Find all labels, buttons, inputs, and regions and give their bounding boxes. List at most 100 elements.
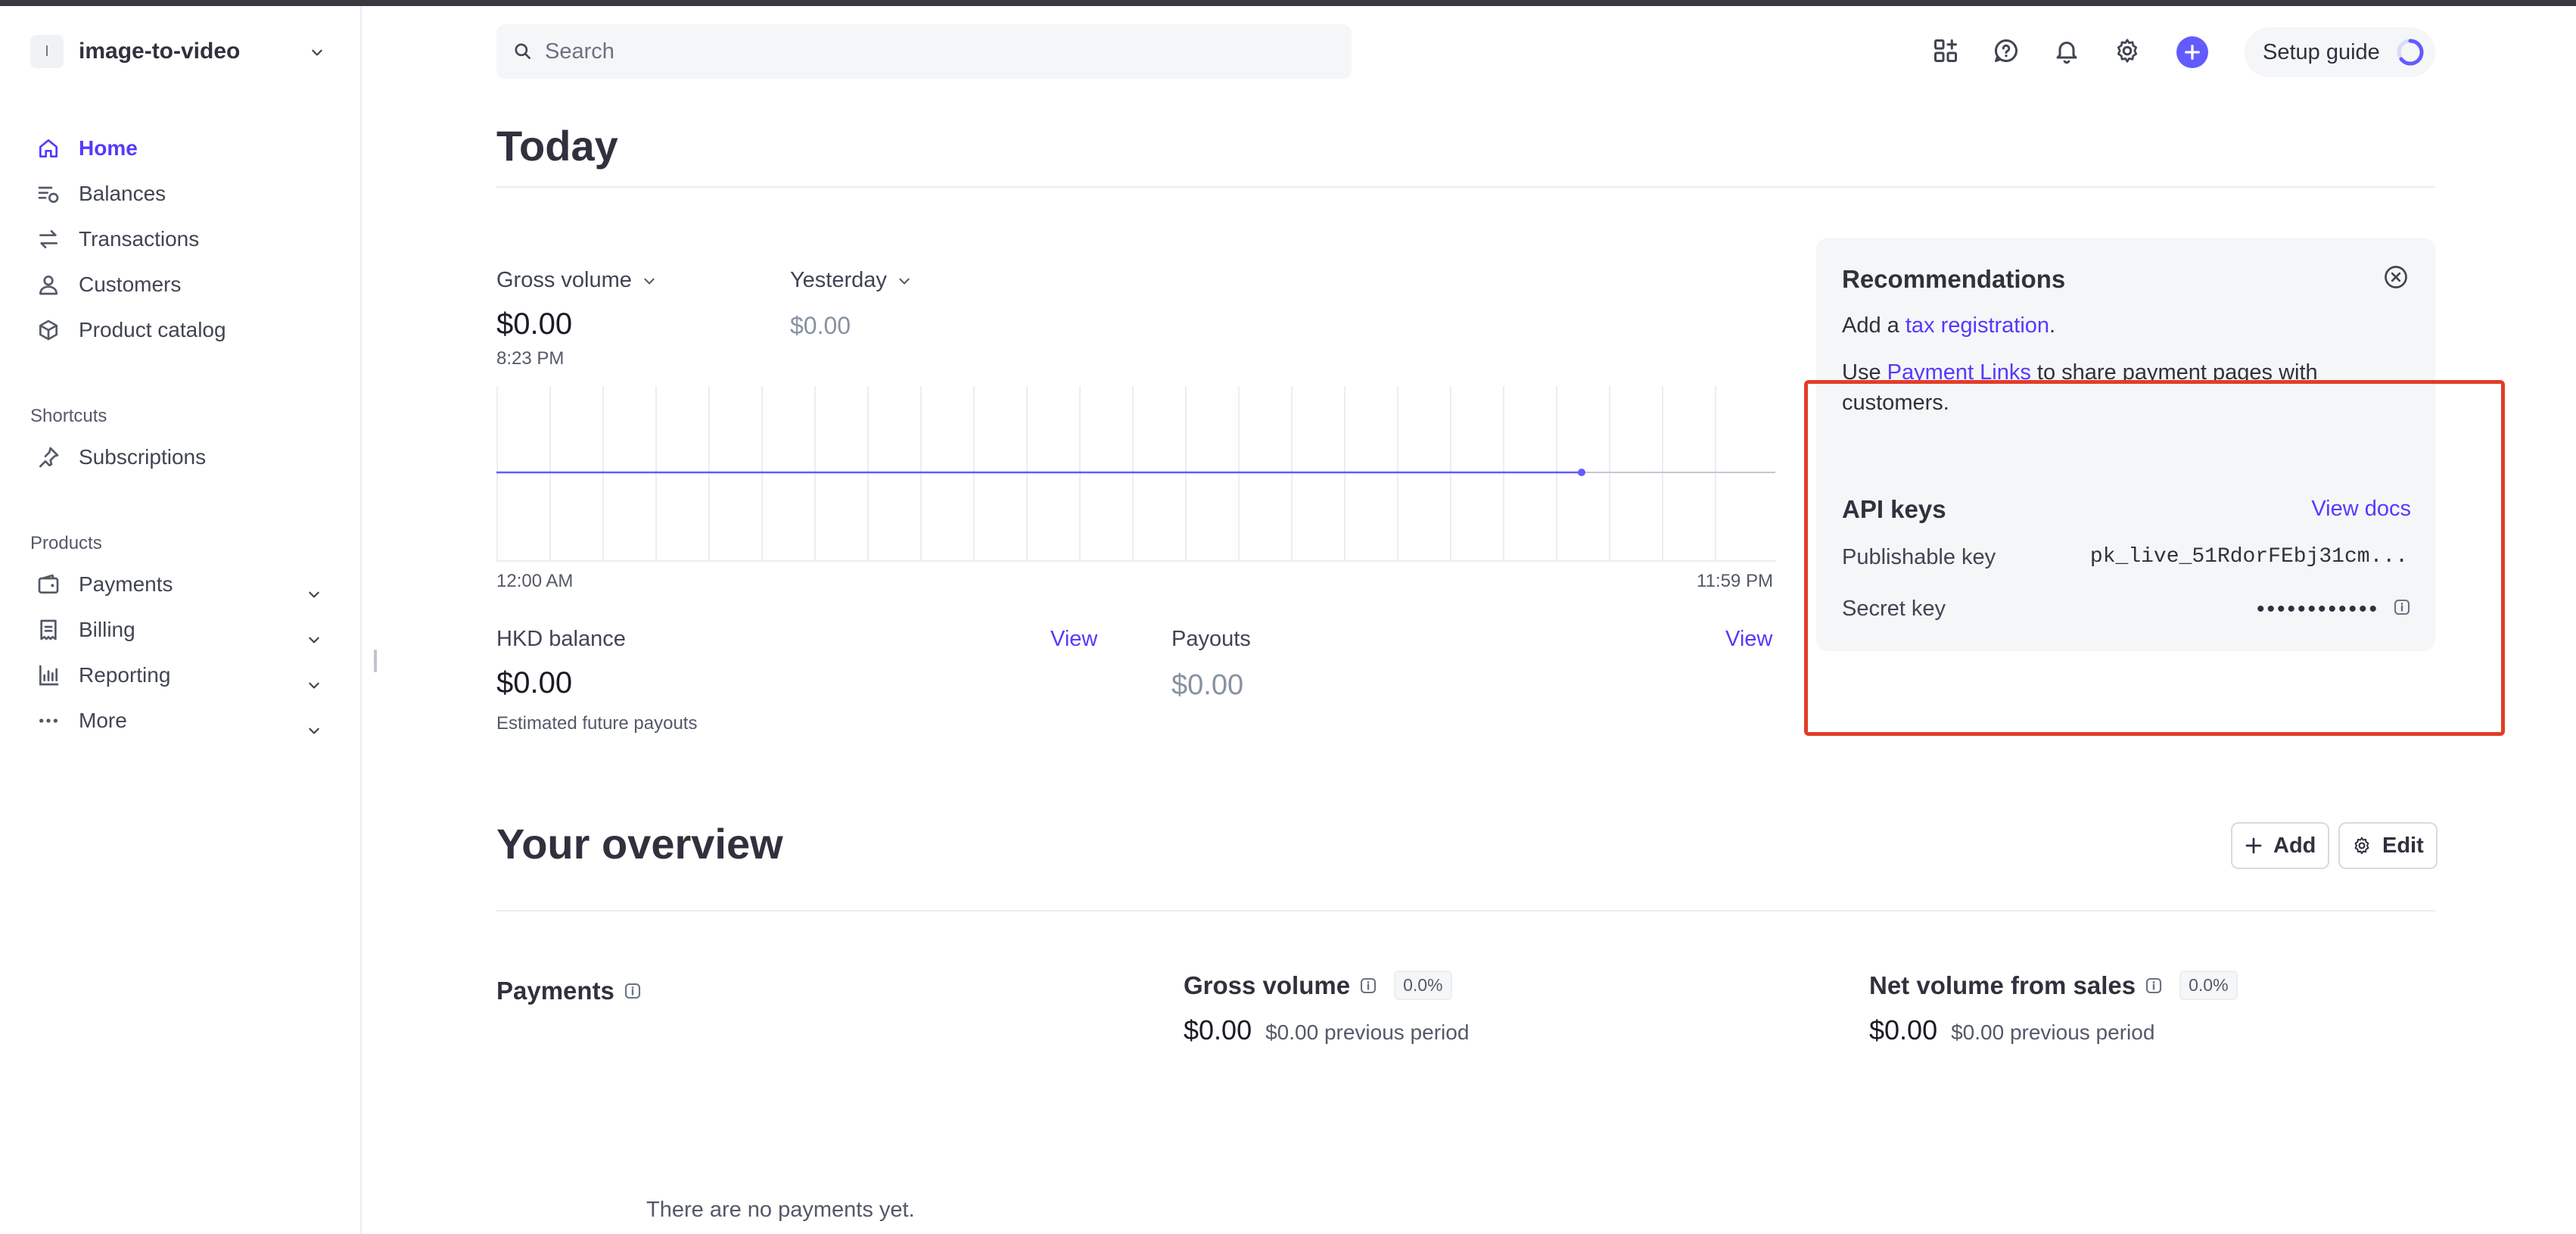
sidebar-item-label: Subscriptions <box>79 445 207 469</box>
reco-text: Add a <box>1842 313 1906 338</box>
divider <box>496 910 2435 911</box>
recommendations-title: Recommendations <box>1842 265 2066 293</box>
sidebar-item-balances[interactable]: Balances <box>33 174 166 213</box>
more-icon <box>33 706 64 736</box>
gross-volume-label: Gross volume <box>496 268 632 292</box>
account-avatar: I <box>30 35 64 68</box>
plus-icon <box>2185 45 2200 60</box>
hkd-balance-value: $0.00 <box>496 666 573 700</box>
chevron-down-icon[interactable] <box>307 678 321 692</box>
sidebar-item-label: Home <box>79 136 138 160</box>
balances-icon <box>33 179 64 209</box>
add-button[interactable]: Add <box>2231 822 2330 869</box>
hkd-balance-view-link[interactable]: View <box>1050 627 1097 652</box>
gross-volume-chart <box>496 386 1775 562</box>
sidebar-item-label: Payments <box>79 572 173 596</box>
gross-volume-widget-title: Gross volume 0.0% <box>1184 971 1452 1000</box>
chevron-down-icon[interactable] <box>307 587 321 601</box>
net-volume-widget-value: $0.00 $0.00 previous period <box>1869 1014 2154 1046</box>
gross-volume-change-badge: 0.0% <box>1394 971 1452 1000</box>
sidebar-item-payments[interactable]: Payments <box>33 565 173 604</box>
payouts-label: Payouts <box>1171 627 1251 651</box>
sidebar-item-subscriptions[interactable]: Subscriptions <box>33 438 206 477</box>
edit-button-label: Edit <box>2382 833 2424 858</box>
sidebar-item-product-catalog[interactable]: Product catalog <box>33 310 226 350</box>
net-volume-widget-title: Net volume from sales 0.0% <box>1869 971 2238 1000</box>
sidebar-item-home[interactable]: Home <box>33 129 138 168</box>
sidebar-item-customers[interactable]: Customers <box>33 265 181 304</box>
info-icon[interactable] <box>2145 977 2163 995</box>
payouts-value: $0.00 <box>1171 669 1244 701</box>
shortcuts-heading: Shortcuts <box>30 406 107 426</box>
customers-icon <box>33 270 64 300</box>
apps-icon[interactable] <box>1928 33 1963 68</box>
sidebar-item-label: Product catalog <box>79 318 226 341</box>
add-button-label: Add <box>2273 833 2316 858</box>
net-volume-change-badge: 0.0% <box>2179 971 2238 1000</box>
yesterday-label: Yesterday <box>790 268 887 292</box>
divider <box>496 186 2435 188</box>
compare-period-selector[interactable]: Yesterday <box>790 268 911 293</box>
overview-title: Your overview <box>496 820 783 868</box>
sidebar-item-billing[interactable]: Billing <box>33 610 135 650</box>
pin-icon <box>33 442 64 472</box>
sidebar-item-label: Billing <box>79 618 135 641</box>
sidebar-item-label: Transactions <box>79 227 200 251</box>
search-input[interactable] <box>545 39 1302 64</box>
sidebar-item-more[interactable]: More <box>33 701 127 740</box>
gear-icon[interactable] <box>2110 33 2145 68</box>
sidebar-resize-handle[interactable] <box>374 650 377 672</box>
hkd-balance-label: HKD balance <box>496 627 626 651</box>
payments-widget-title: Payments <box>496 977 642 1005</box>
chart-end-label: 11:59 PM <box>1697 571 1773 591</box>
gear-icon <box>2354 837 2369 855</box>
progress-ring-icon <box>2397 39 2424 66</box>
sidebar-item-transactions[interactable]: Transactions <box>33 220 199 259</box>
gross-volume-title-text: Gross volume <box>1184 971 1351 999</box>
net-volume-previous: $0.00 previous period <box>1951 1021 2155 1044</box>
billing-icon <box>33 615 64 645</box>
yesterday-value: $0.00 <box>790 312 851 339</box>
home-icon <box>33 133 64 164</box>
chevron-down-icon[interactable] <box>307 724 321 737</box>
edit-button[interactable]: Edit <box>2338 822 2438 869</box>
search-icon <box>515 43 530 59</box>
payments-icon <box>33 569 64 600</box>
net-volume-amount: $0.00 <box>1869 1014 1938 1045</box>
chevron-down-icon[interactable] <box>310 45 324 59</box>
chevron-down-icon[interactable] <box>307 633 321 647</box>
sidebar-item-reporting[interactable]: Reporting <box>33 656 170 695</box>
bell-icon[interactable] <box>2049 33 2084 68</box>
gross-volume-previous: $0.00 previous period <box>1265 1021 1470 1044</box>
setup-guide-label: Setup guide <box>2263 39 2380 64</box>
account-name: image-to-video <box>79 39 241 64</box>
gross-volume-amount: $0.00 <box>1184 1014 1252 1045</box>
net-volume-title-text: Net volume from sales <box>1869 971 2136 999</box>
transactions-icon <box>33 224 64 254</box>
gross-volume-time: 8:23 PM <box>496 348 565 369</box>
chart-current-point <box>1578 469 1585 476</box>
plus-icon <box>2245 837 2262 854</box>
chevron-down-icon <box>644 278 655 284</box>
gross-volume-selector[interactable]: Gross volume <box>496 268 656 293</box>
chevron-down-icon <box>899 278 910 284</box>
products-heading: Products <box>30 533 102 553</box>
sidebar: I image-to-video Home Balances Transacti… <box>0 6 362 1234</box>
tax-registration-link[interactable]: tax registration <box>1906 313 2049 338</box>
payments-title-text: Payments <box>496 977 614 1005</box>
payouts-view-link[interactable]: View <box>1725 627 1772 652</box>
gross-volume-widget-value: $0.00 $0.00 previous period <box>1184 1014 1469 1046</box>
search-bar[interactable] <box>496 24 1352 79</box>
info-icon[interactable] <box>624 982 642 1000</box>
close-icon[interactable] <box>2382 263 2410 291</box>
chart-start-label: 12:00 AM <box>496 571 574 591</box>
sidebar-item-label: Reporting <box>79 663 171 687</box>
create-button[interactable] <box>2176 36 2208 68</box>
help-icon[interactable] <box>1989 33 2024 68</box>
payments-empty-state: There are no payments yet. <box>646 1198 915 1222</box>
product-catalog-icon <box>33 315 64 345</box>
sidebar-item-label: More <box>79 709 127 732</box>
account-switcher[interactable]: I image-to-video <box>30 35 240 68</box>
info-icon[interactable] <box>1359 977 1377 995</box>
setup-guide-button[interactable]: Setup guide <box>2245 27 2435 77</box>
